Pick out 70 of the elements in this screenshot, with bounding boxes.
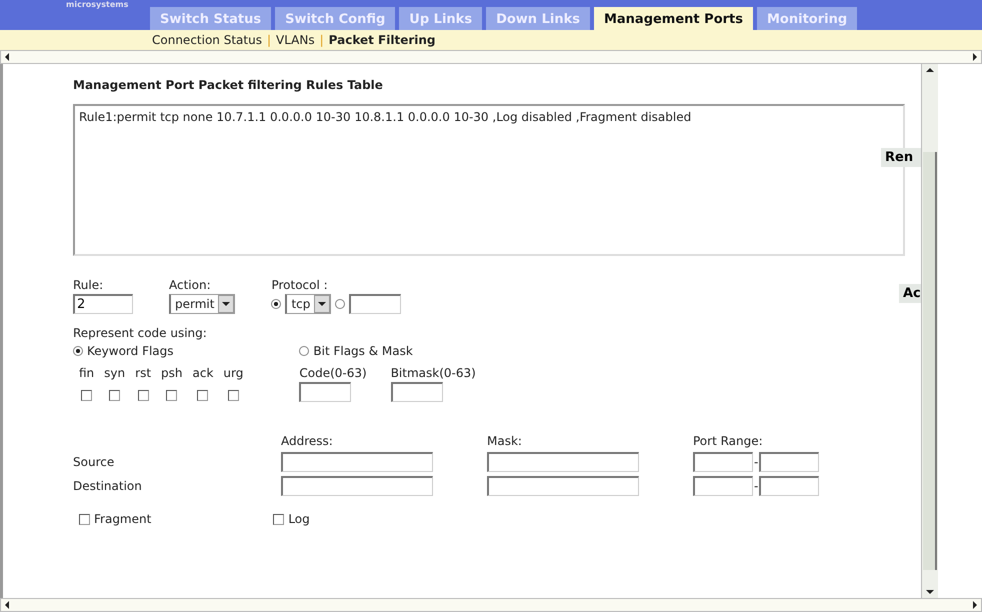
port-end-input[interactable] — [759, 452, 820, 472]
checkbox[interactable] — [138, 390, 149, 401]
checkbox[interactable] — [166, 390, 178, 401]
horizontal-scrollbar[interactable] — [0, 50, 982, 64]
code-label: Code(0-63) — [299, 366, 367, 380]
subnav-link[interactable]: Packet Filtering — [328, 33, 436, 47]
column-label: Mask: — [487, 434, 523, 448]
column-label: Address: — [281, 434, 334, 448]
code-input[interactable] — [299, 382, 352, 402]
address-input[interactable] — [281, 452, 433, 472]
protocol-label: Protocol : — [271, 278, 329, 292]
action-select[interactable]: permit — [169, 294, 236, 314]
mask-input[interactable] — [487, 452, 639, 472]
subnav-link[interactable]: Connection Status — [152, 33, 262, 47]
section-title: Management Port Packet filtering Rules Table — [73, 78, 384, 92]
column-label: Port Range: — [693, 434, 764, 448]
scroll-right-icon[interactable] — [973, 53, 977, 61]
scroll-left-icon[interactable] — [5, 53, 9, 61]
bitmask-input[interactable] — [390, 382, 443, 402]
scroll-up-icon[interactable] — [926, 68, 934, 72]
checkbox[interactable] — [79, 514, 90, 524]
action-label: Action: — [169, 278, 212, 292]
radio-button[interactable] — [335, 299, 346, 309]
radio-button[interactable] — [299, 346, 310, 356]
range-dash: - — [754, 479, 758, 493]
vertical-scrollbar[interactable] — [921, 64, 938, 598]
scroll-right-icon[interactable] — [973, 601, 977, 609]
cut-off-button[interactable]: Ac — [899, 284, 921, 303]
bitmask-label: Bitmask(0-63) — [390, 366, 476, 380]
separator: | — [266, 33, 271, 47]
port-end-input[interactable] — [759, 476, 820, 496]
protocol-input[interactable] — [349, 294, 402, 314]
checkbox[interactable] — [228, 390, 239, 401]
separator: | — [320, 33, 324, 47]
radio-button[interactable] — [271, 299, 282, 309]
horizontal-scrollbar[interactable] — [0, 598, 982, 612]
checkbox[interactable] — [197, 390, 208, 401]
flag-label: fin — [79, 366, 94, 380]
flag-label: urg — [223, 366, 244, 380]
option-label: Fragment — [94, 512, 152, 526]
row-label: Destination — [73, 479, 143, 493]
flag-label: psh — [161, 366, 183, 380]
keyword-flags-label: Keyword Flags — [87, 344, 174, 358]
bit-flags-label: Bit Flags & Mask — [313, 344, 413, 358]
represent-label: Represent code using: — [73, 326, 208, 340]
brand-text: microsystems — [66, 0, 128, 9]
scroll-left-icon[interactable] — [5, 601, 9, 609]
flag-label: syn — [104, 366, 126, 380]
range-dash: - — [754, 455, 758, 469]
protocol-select[interactable]: tcp — [285, 294, 332, 314]
radio-button[interactable] — [73, 346, 83, 356]
checkbox[interactable] — [109, 390, 120, 401]
scroll-thumb[interactable] — [923, 152, 937, 570]
rule-label: Rule: — [73, 278, 104, 292]
scroll-down-icon[interactable] — [926, 590, 934, 594]
flag-label: ack — [192, 366, 214, 380]
checkbox[interactable] — [81, 390, 92, 401]
address-input[interactable] — [281, 476, 433, 496]
rule-item[interactable]: Rule1:permit tcp none 10.7.1.1 0.0.0.0 10-30 10.8.1.1 0.0.0.0 10-30 ,Log disabled ,Fragment disabled — [79, 110, 899, 124]
rule-input[interactable]: 2 — [73, 294, 133, 314]
subnav-link[interactable]: VLANs — [276, 33, 315, 47]
cut-off-button[interactable]: Ren — [881, 148, 921, 167]
option-label: Log — [288, 512, 310, 526]
flag-label: rst — [135, 366, 152, 380]
port-start-input[interactable] — [693, 452, 753, 472]
mask-input[interactable] — [487, 476, 639, 496]
port-start-input[interactable] — [693, 476, 753, 496]
checkbox[interactable] — [273, 514, 284, 524]
tab[interactable]: Management Ports — [594, 7, 753, 30]
row-label: Source — [73, 455, 116, 469]
